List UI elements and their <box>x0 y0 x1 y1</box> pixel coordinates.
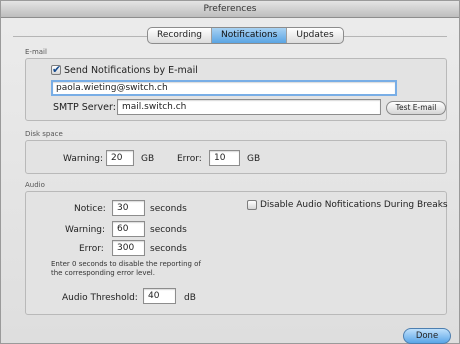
email-group-box: Send Notifications by E-mail paola.wieti… <box>25 58 447 121</box>
audio-group-box: Notice: 30 seconds Disable Audio Nofitic… <box>25 191 448 315</box>
disk-error-unit: GB <box>247 154 261 164</box>
audio-warning-label: Warning: <box>65 225 106 235</box>
disk-group-box: Warning: 20 GB Error: 10 GB <box>25 140 447 174</box>
title-bar[interactable]: Preferences <box>1 1 459 18</box>
email-section-label: E-mail <box>25 48 47 56</box>
notice-unit: seconds <box>150 204 187 214</box>
tab-recording[interactable]: Recording <box>148 28 213 43</box>
preferences-window: Preferences Recording Notifications Upda… <box>0 0 460 344</box>
test-email-button[interactable]: Test E-mail <box>386 101 446 115</box>
audio-hint-line1: Enter 0 seconds to disable the reporting… <box>51 260 201 268</box>
smtp-server-label: SMTP Server: <box>53 102 116 113</box>
audio-warning-field[interactable]: 60 <box>112 221 145 237</box>
email-address-field[interactable]: paola.wieting@switch.ch <box>51 80 397 96</box>
audio-threshold-field[interactable]: 40 <box>143 288 176 304</box>
disk-error-field[interactable]: 10 <box>209 150 240 166</box>
audio-warning-unit: seconds <box>150 225 187 235</box>
send-notifications-label: Send Notifications by E-mail <box>64 65 198 76</box>
audio-error-unit: seconds <box>150 244 187 254</box>
disk-warning-unit: GB <box>141 154 155 164</box>
audio-threshold-label: Audio Threshold: <box>62 293 138 303</box>
window-title: Preferences <box>203 4 257 14</box>
disk-warning-label: Warning: <box>63 154 104 164</box>
audio-section-label: Audio <box>25 181 45 189</box>
notice-label: Notice: <box>74 204 106 214</box>
audio-hint-line2: the corresponding error level. <box>51 269 155 277</box>
disable-audio-breaks-checkbox[interactable] <box>247 200 257 210</box>
tab-notifications[interactable]: Notifications <box>212 28 288 43</box>
audio-error-field[interactable]: 300 <box>112 240 145 256</box>
notice-field[interactable]: 30 <box>112 200 145 216</box>
send-notifications-checkbox[interactable] <box>51 63 61 76</box>
done-button[interactable]: Done <box>403 328 451 344</box>
disk-warning-field[interactable]: 20 <box>106 150 134 166</box>
disk-error-label: Error: <box>177 154 202 164</box>
audio-error-label: Error: <box>79 244 104 254</box>
smtp-server-field[interactable]: mail.switch.ch <box>117 99 381 115</box>
disable-audio-breaks-label: Disable Audio Nofitications During Break… <box>260 200 448 210</box>
disk-section-label: Disk space <box>25 130 63 138</box>
tab-bar: Recording Notifications Updates <box>147 27 344 44</box>
tab-updates[interactable]: Updates <box>287 28 342 43</box>
audio-threshold-unit: dB <box>184 293 196 303</box>
